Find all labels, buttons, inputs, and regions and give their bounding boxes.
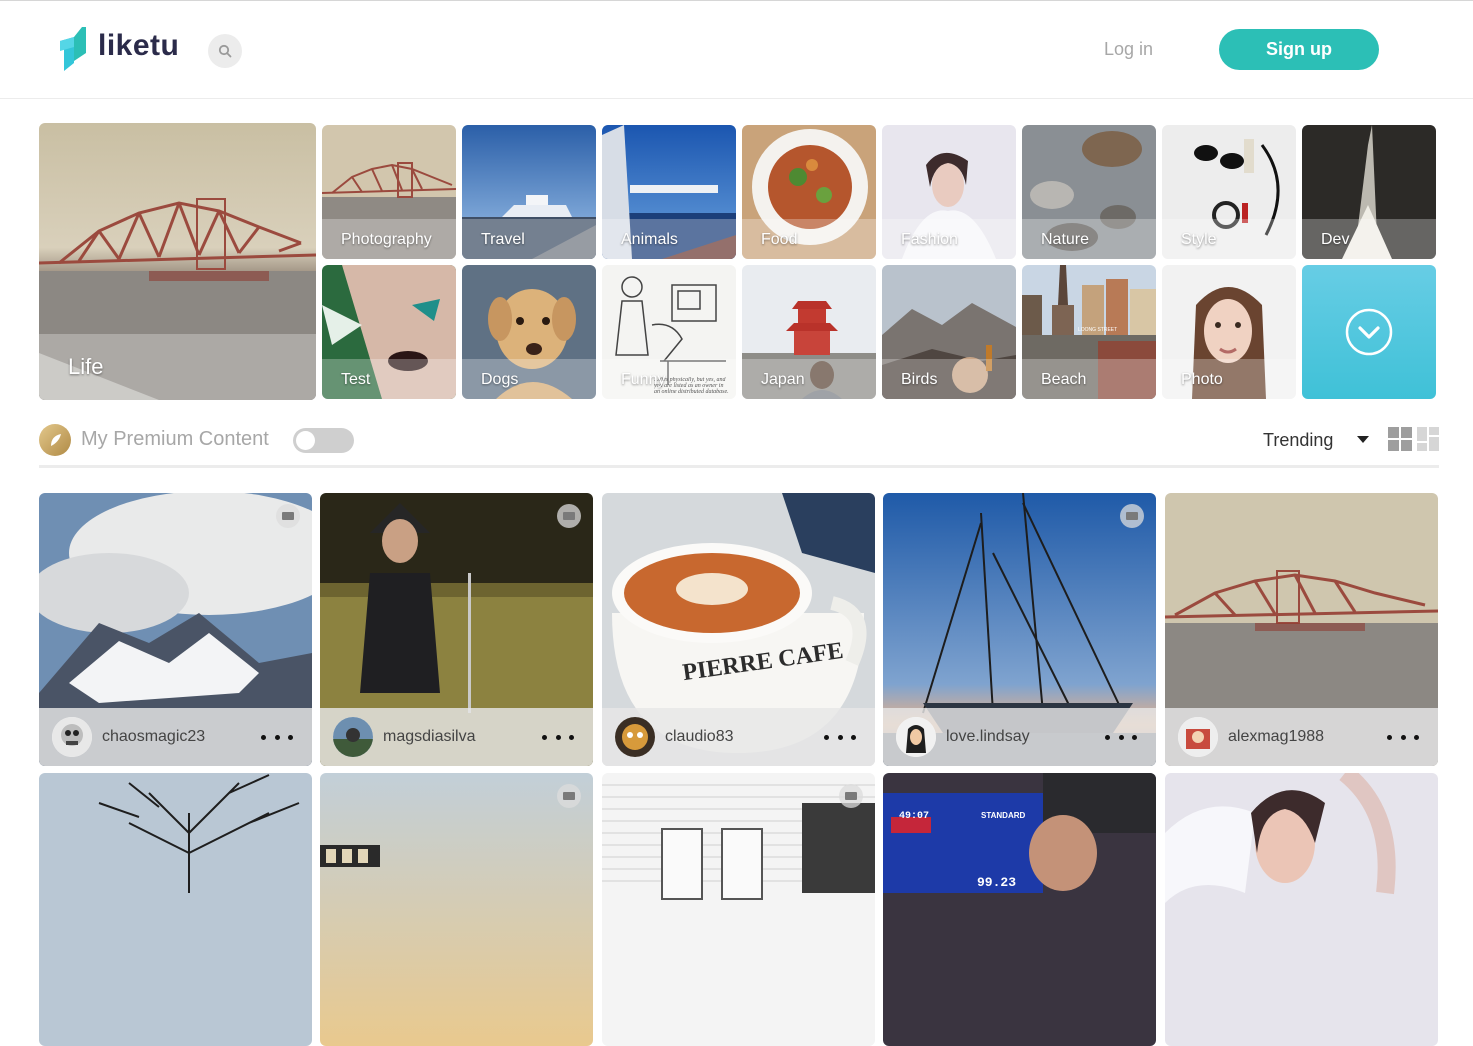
category-life[interactable]: Life <box>39 123 316 400</box>
avatar[interactable] <box>615 717 655 757</box>
category-label: Birds <box>901 371 938 388</box>
category-label: Style <box>1181 231 1217 248</box>
category-beach[interactable]: LOONG STREET Beach <box>1022 265 1156 399</box>
post-image <box>320 773 593 1046</box>
category-style[interactable]: Style <box>1162 125 1296 259</box>
post-card[interactable]: chaosmagic23 <box>39 493 312 766</box>
post-card[interactable]: alexmag1988 <box>1165 493 1438 766</box>
category-food[interactable]: Food <box>742 125 876 259</box>
more-options-icon[interactable] <box>1383 728 1423 746</box>
category-dev[interactable]: Dev <box>1302 125 1436 259</box>
post-card[interactable] <box>39 773 312 1046</box>
logo[interactable]: liketu <box>56 23 179 71</box>
scoreboard-value: 99.23 <box>977 875 1017 890</box>
username[interactable]: love.lindsay <box>946 728 1030 746</box>
toggle-knob <box>296 431 315 450</box>
username[interactable]: claudio83 <box>665 728 734 746</box>
logo-text: liketu <box>98 29 180 62</box>
category-label: Photo <box>1181 371 1223 388</box>
category-label: Funny <box>621 371 666 388</box>
more-options-icon[interactable] <box>1101 728 1141 746</box>
login-link[interactable]: Log in <box>1104 39 1153 60</box>
category-label: Nature <box>1041 231 1090 248</box>
category-funny[interactable]: ...dies physically, but yes, and you are… <box>602 265 736 399</box>
video-badge-icon <box>839 784 863 808</box>
username[interactable]: chaosmagic23 <box>102 728 205 746</box>
category-label: Test <box>341 371 371 388</box>
category-label: Japan <box>761 371 805 388</box>
video-badge-icon <box>557 504 581 528</box>
category-test[interactable]: Test <box>322 265 456 399</box>
category-label: Beach <box>1041 371 1087 388</box>
post-card[interactable] <box>320 773 593 1046</box>
category-dogs[interactable]: Dogs <box>462 265 596 399</box>
post-image <box>39 773 312 1046</box>
post-image <box>1165 773 1438 1046</box>
beach-sign-text: LOONG STREET <box>1078 327 1118 333</box>
category-photography[interactable]: Photography <box>322 125 456 259</box>
scoreboard-title: STANDARD <box>981 811 1026 820</box>
logo-icon <box>56 23 90 71</box>
post-footer: claudio83 <box>602 708 875 766</box>
grid-icon <box>1388 427 1412 451</box>
grid-view-toggle[interactable] <box>1388 427 1412 451</box>
category-photo[interactable]: Photo <box>1162 265 1296 399</box>
avatar[interactable] <box>52 717 92 757</box>
category-label: Fashion <box>901 231 958 248</box>
search-icon <box>218 44 232 58</box>
category-japan[interactable]: Japan <box>742 265 876 399</box>
chevron-down-icon <box>1345 308 1393 356</box>
category-birds[interactable]: Birds <box>882 265 1016 399</box>
more-options-icon[interactable] <box>257 728 297 746</box>
post-card[interactable]: love.lindsay <box>883 493 1156 766</box>
more-options-icon[interactable] <box>820 728 860 746</box>
avatar[interactable] <box>1178 717 1218 757</box>
scoreboard-time: 49:07 <box>899 811 930 822</box>
post-image <box>602 773 875 1046</box>
category-fashion[interactable]: Fashion <box>882 125 1016 259</box>
post-card[interactable]: magsdiasilva <box>320 493 593 766</box>
caret-down-icon[interactable] <box>1357 436 1369 443</box>
avatar[interactable] <box>896 717 936 757</box>
post-card[interactable] <box>602 773 875 1046</box>
category-label: Dev <box>1321 231 1350 248</box>
avatar[interactable] <box>333 717 373 757</box>
category-label: Life <box>68 354 104 379</box>
show-more-categories-button[interactable] <box>1302 265 1436 399</box>
masonry-icon <box>1417 427 1439 451</box>
category-label: Photography <box>341 231 432 248</box>
video-badge-icon <box>1120 504 1144 528</box>
premium-content-toggle[interactable] <box>293 428 354 453</box>
sort-select[interactable]: Trending <box>1263 430 1333 451</box>
post-footer: love.lindsay <box>883 708 1156 766</box>
category-label: Animals <box>621 231 678 248</box>
category-animals[interactable]: Animals <box>602 125 736 259</box>
post-footer: magsdiasilva <box>320 708 593 766</box>
premium-content-label: My Premium Content <box>81 428 269 450</box>
post-card[interactable]: STANDARD 49:07 99.23 <box>883 773 1156 1046</box>
filter-bar: My Premium Content Trending <box>39 420 1439 468</box>
video-badge-icon <box>557 784 581 808</box>
masonry-view-toggle[interactable] <box>1417 427 1439 451</box>
premium-icon <box>39 424 71 456</box>
search-button[interactable] <box>208 34 242 68</box>
category-label: Food <box>761 231 798 248</box>
signup-button[interactable]: Sign up <box>1219 29 1379 70</box>
category-label: Dogs <box>481 371 519 388</box>
post-card[interactable]: PIERRE CAFE claudio83 <box>602 493 875 766</box>
username[interactable]: alexmag1988 <box>1228 728 1324 746</box>
username[interactable]: magsdiasilva <box>383 728 475 746</box>
category-nature[interactable]: Nature <box>1022 125 1156 259</box>
category-label: Travel <box>481 231 525 248</box>
post-card[interactable] <box>1165 773 1438 1046</box>
video-badge-icon <box>276 504 300 528</box>
more-options-icon[interactable] <box>538 728 578 746</box>
post-footer: chaosmagic23 <box>39 708 312 766</box>
site-header: liketu Log in Sign up <box>0 1 1473 99</box>
category-travel[interactable]: Travel <box>462 125 596 259</box>
post-footer: alexmag1988 <box>1165 708 1438 766</box>
